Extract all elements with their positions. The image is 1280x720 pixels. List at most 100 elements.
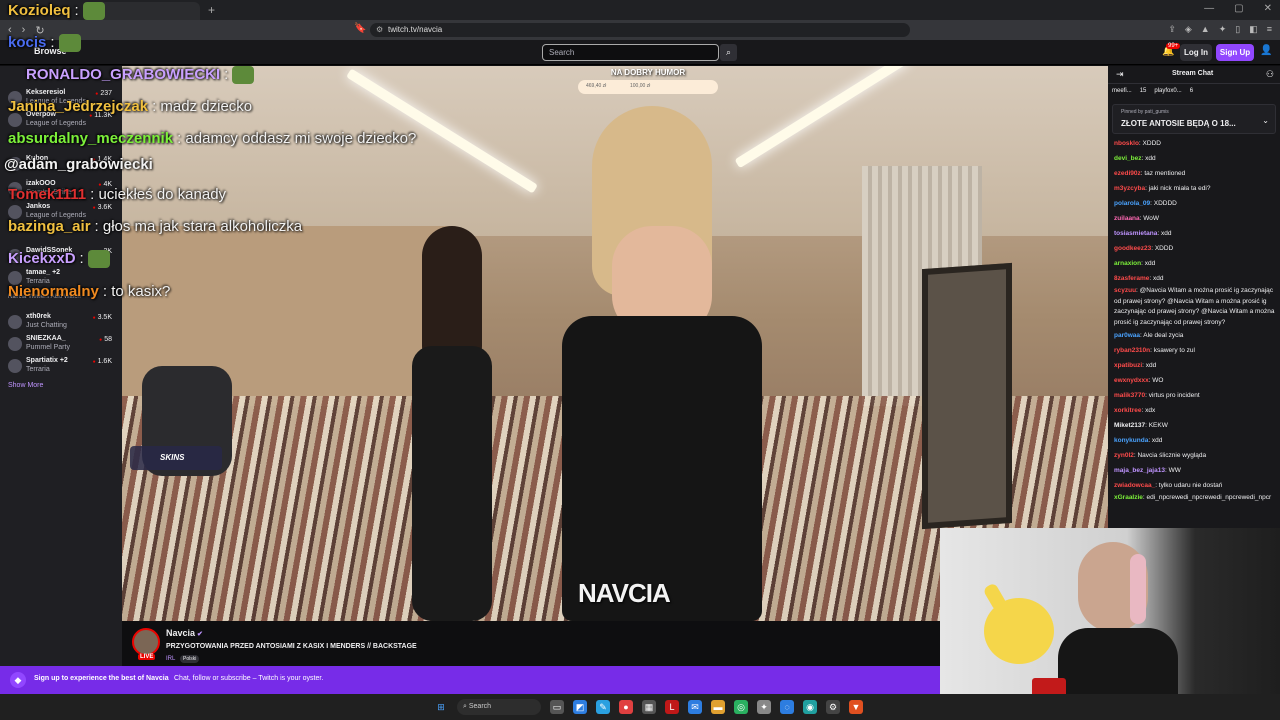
webcam-overlay xyxy=(940,528,1280,720)
app-l-icon[interactable]: L xyxy=(665,700,679,714)
forward-icon[interactable]: › xyxy=(22,24,26,37)
close-icon[interactable]: ✕ xyxy=(1264,3,1272,14)
sidebar-channel[interactable]: Jankos League of Legends 3.6K xyxy=(6,202,118,224)
sidebar-channel[interactable]: Kekseresiol League of Legends 237 xyxy=(6,88,118,110)
chat-username[interactable]: ewxnydxxx xyxy=(1114,377,1149,384)
app-icon[interactable]: ◎ xyxy=(734,700,748,714)
calendar-icon[interactable]: ▦ xyxy=(642,700,656,714)
signup-banner[interactable]: ◆ Sign up to experience the best of Navc… xyxy=(0,666,940,694)
chat-username[interactable]: xorkitree xyxy=(1114,407,1141,414)
chat-username[interactable]: m3yzcyba xyxy=(1114,185,1145,192)
sidebar-channel[interactable]: Spartiatix +2 Terraria 1.6K xyxy=(6,356,118,378)
reload-icon[interactable]: ↻ xyxy=(35,24,44,37)
sidebar-channel[interactable]: izakOOO Counter-Strike 4K xyxy=(6,179,118,201)
edge-icon[interactable]: ◌ xyxy=(780,700,794,714)
chrome-icon[interactable]: ● xyxy=(619,700,633,714)
chat-text: : xdx xyxy=(1141,407,1156,414)
gift-count: 6 xyxy=(1189,88,1194,94)
language-tag[interactable]: Polski xyxy=(180,655,200,663)
task-view-icon[interactable]: ▭ xyxy=(550,700,564,714)
also-watch-heading: Navcia Viewers Also Watch xyxy=(8,294,81,300)
app-icon[interactable]: ✦ xyxy=(757,700,771,714)
share-icon[interactable]: ⇪ xyxy=(1168,24,1176,35)
chat-username[interactable]: zuilaana xyxy=(1114,215,1140,222)
minimize-icon[interactable]: — xyxy=(1204,3,1214,14)
url-field[interactable]: ⚙ twitch.tv/navcia xyxy=(370,23,910,37)
chat-message: nbosklo: XDDD xyxy=(1114,136,1276,151)
search-button[interactable]: ⌕ xyxy=(720,44,737,61)
chat-username[interactable]: polarola_09 xyxy=(1114,200,1150,207)
app-icon[interactable]: ✎ xyxy=(596,700,610,714)
sidebar-channel[interactable]: tamae_ +2 Terraria xyxy=(6,268,118,290)
community-icon[interactable]: ⚇ xyxy=(1266,69,1274,80)
chat-username[interactable]: par0waa xyxy=(1114,332,1140,339)
menu-icon[interactable]: ≡ xyxy=(1267,24,1272,35)
gifter-name[interactable]: playfox0... xyxy=(1154,88,1181,94)
chat-username[interactable]: zyn0l2 xyxy=(1114,452,1134,459)
app-icon[interactable]: ◩ xyxy=(573,700,587,714)
sidebar-channel[interactable]: SNIEZKAA_ Pummel Party 58 xyxy=(6,334,118,356)
warning-icon[interactable]: ▲ xyxy=(1201,24,1210,35)
chat-username[interactable]: xpatibuzi xyxy=(1114,362,1142,369)
chat-username[interactable]: konykunda xyxy=(1114,437,1148,444)
sidebar-channel[interactable]: Kubon 1.4K xyxy=(6,154,118,176)
mail-icon[interactable]: ✉ xyxy=(688,700,702,714)
browse-link[interactable]: Browse xyxy=(34,46,67,56)
sidebar-channel[interactable]: DawidSSonek 2K xyxy=(6,246,118,268)
back-icon[interactable]: ‹ xyxy=(8,24,12,37)
chat-username[interactable]: arnaxion xyxy=(1114,260,1141,267)
channel-name-link[interactable]: Navcia ✔ xyxy=(166,628,203,638)
sidebar-channel[interactable]: xth0rek Just Chatting 3.5K xyxy=(6,312,118,334)
channel-avatar[interactable] xyxy=(132,628,160,656)
stream-chat: ⇥ Stream Chat ⚇ meefi... 15 playfox0... … xyxy=(1108,66,1280,528)
bookmark-icon[interactable]: 🔖 xyxy=(354,23,366,34)
chat-username[interactable]: goodkeez23 xyxy=(1114,245,1151,252)
app-icon[interactable]: ⚙ xyxy=(826,700,840,714)
chat-message: xGraalzie: edi_npcrewedi_npcrewedi_npcre… xyxy=(1114,493,1276,504)
sidebar-icon[interactable]: ▯ xyxy=(1235,24,1240,35)
chat-message: konykunda: xdd xyxy=(1114,433,1276,448)
login-button[interactable]: Log In xyxy=(1180,44,1212,61)
collapse-chat-icon[interactable]: ⇥ xyxy=(1116,69,1124,80)
screen: ▣ + — ▢ ✕ ‹ › ↻ 🔖 ⚙ twitch.tv/navcia ⇪ ◈… xyxy=(0,0,1280,720)
wallet-icon[interactable]: ◧ xyxy=(1249,24,1258,35)
start-icon[interactable]: ⊞ xyxy=(434,700,448,714)
chat-username[interactable]: maja_bez_jaja13 xyxy=(1114,467,1165,474)
chat-username[interactable]: nbosklo xyxy=(1114,140,1139,147)
chevron-down-icon[interactable]: ⌄ xyxy=(1262,116,1269,125)
site-info-icon[interactable]: ⚙ xyxy=(376,23,383,37)
category-link[interactable]: IRL xyxy=(166,656,175,662)
chat-username[interactable]: ryban2310n xyxy=(1114,347,1150,354)
browser-tab[interactable]: ▣ xyxy=(90,2,200,20)
maximize-icon[interactable]: ▢ xyxy=(1234,3,1243,14)
chat-username[interactable]: Miket2137 xyxy=(1114,422,1145,429)
pinned-message[interactable]: Pinned by pati_gumis ZŁOTE ANTOSIE BĘDĄ … xyxy=(1112,104,1276,134)
chat-username[interactable]: scyzuu xyxy=(1114,287,1136,294)
chat-username[interactable]: 8zasferame xyxy=(1114,275,1149,282)
app-icon[interactable]: ◉ xyxy=(803,700,817,714)
extension-icon[interactable]: ✦ xyxy=(1219,24,1227,35)
chat-username[interactable]: zwiadowcaa_ xyxy=(1114,482,1155,489)
show-more-link[interactable]: Show More xyxy=(8,382,43,389)
signup-button[interactable]: Sign Up xyxy=(1216,44,1254,61)
taskbar-search[interactable]: ⌕ Search xyxy=(457,699,541,715)
chat-username[interactable]: xGraalzie xyxy=(1114,494,1143,501)
channel-category: Pummel Party xyxy=(26,344,70,351)
chat-username[interactable]: ezedi90z xyxy=(1114,170,1141,177)
gifter-name[interactable]: meefi... xyxy=(1112,88,1132,94)
notifications-button[interactable]: 🔔 99+ xyxy=(1162,43,1181,57)
brave-icon[interactable]: ▼ xyxy=(849,700,863,714)
chat-username[interactable]: tosiasmietana xyxy=(1114,230,1157,237)
chat-text: : KEKW xyxy=(1145,422,1168,429)
chat-username[interactable]: devi_bez xyxy=(1114,155,1141,162)
donation-goal: NA DOBRY HUMOR 469,40 zł 100,00 zł xyxy=(578,66,718,96)
folder-icon[interactable]: ▬ xyxy=(711,700,725,714)
shield-icon[interactable]: ◈ xyxy=(1185,24,1192,35)
sidebar-channel[interactable]: Overpow League of Legends 11.3K xyxy=(6,110,118,132)
user-menu-icon[interactable]: 👤 xyxy=(1260,45,1272,56)
chat-username[interactable]: malik3770 xyxy=(1114,392,1145,399)
search-input[interactable]: Search xyxy=(542,44,719,61)
new-tab-button[interactable]: + xyxy=(208,3,215,17)
avatar xyxy=(8,205,22,219)
chat-header: ⇥ Stream Chat ⚇ xyxy=(1108,66,1280,84)
